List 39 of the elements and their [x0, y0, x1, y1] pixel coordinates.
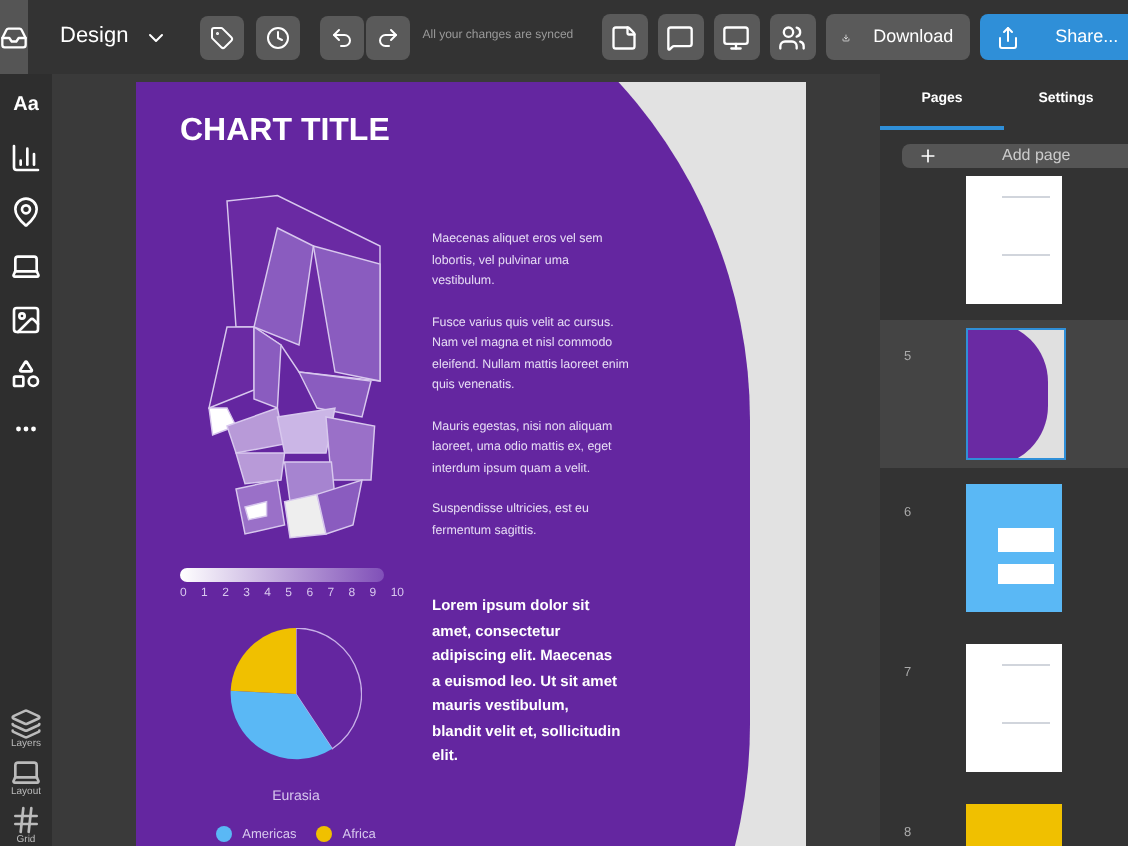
laptop-icon: [10, 756, 42, 788]
page-thumbnail: [966, 176, 1062, 304]
history-button[interactable]: [256, 15, 301, 59]
users-icon: [778, 23, 807, 51]
tag-button[interactable]: [200, 15, 245, 59]
inbox-icon: [0, 23, 28, 51]
bar-chart-icon: [10, 142, 42, 174]
grid-icon: [10, 804, 42, 836]
page-thumbnail: [966, 644, 1062, 772]
layers-icon: [10, 708, 42, 740]
add-page-button[interactable]: Add page: [902, 144, 1128, 168]
toolbar-button[interactable]: [769, 14, 816, 60]
redo-button[interactable]: [366, 15, 411, 59]
chart-title: CHART TITLE: [180, 112, 392, 152]
note-icon: [610, 23, 639, 51]
toolbar-button[interactable]: [601, 14, 648, 60]
home-tab[interactable]: [0, 0, 28, 74]
redo-icon: [376, 25, 401, 49]
toolbar-button[interactable]: [657, 14, 704, 60]
more-icon: [14, 425, 38, 431]
undo-button[interactable]: [320, 15, 365, 59]
shapes-icon: [10, 358, 42, 390]
page-thumbnail: [966, 484, 1062, 612]
map-pin-icon: [10, 196, 42, 228]
mode-dropdown[interactable]: Design: [60, 20, 169, 54]
plus-icon: [918, 146, 938, 166]
image-icon: [10, 304, 42, 336]
download-button[interactable]: Download: [825, 14, 970, 60]
toolbar-button[interactable]: [713, 14, 760, 60]
clock-icon: [266, 25, 291, 49]
share-icon: [995, 25, 1020, 49]
page-thumbnail: [968, 330, 1064, 458]
comment-icon: [666, 23, 695, 51]
tool-button[interactable]: Aa: [4, 88, 48, 120]
tag-icon: [210, 25, 235, 49]
laptop-icon: [10, 250, 42, 282]
undo-icon: [330, 25, 355, 49]
pie-chart-drawing: [230, 628, 362, 760]
monitor-icon: [722, 23, 751, 51]
